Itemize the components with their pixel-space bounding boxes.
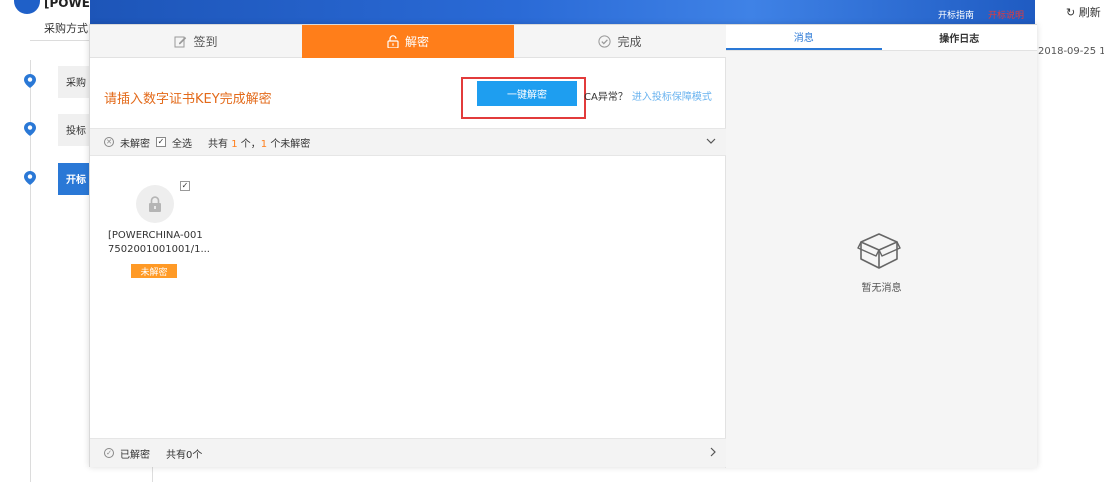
- refresh-button[interactable]: ↻ 刷新: [1066, 4, 1101, 20]
- location-pin-icon: [24, 122, 36, 136]
- message-tabs: 消息 操作日志: [726, 25, 1037, 51]
- instruction-row: 请插入数字证书KEY完成解密 一键解密 CA异常？ 进入投标保障模式: [90, 58, 726, 128]
- decrypt-dialog: 签到 解密 完成 请插入数字证书KEY完成解密 一键解密 CA异常？ 进入投标保障…: [89, 24, 1037, 468]
- ca-question: CA异常？: [584, 92, 628, 103]
- tab-label: 解密: [404, 34, 429, 49]
- ca-exception-text: CA异常？ 进入投标保障模式: [584, 88, 712, 103]
- select-all-label: 全选: [172, 138, 192, 150]
- bid-protection-mode-link[interactable]: 进入投标保障模式: [632, 92, 712, 103]
- empty-message: 暂无消息: [861, 283, 902, 294]
- summary-mid: 个，: [240, 138, 261, 150]
- card-name: [POWERCHINA-001 7502001001001/1...: [108, 229, 218, 257]
- status-badge: 未解密: [131, 264, 177, 278]
- card-checkbox[interactable]: ✓: [180, 181, 190, 191]
- unlock-icon: [387, 34, 399, 48]
- decrypted-count: 共有0个: [166, 449, 203, 461]
- decrypted-bar[interactable]: ✓ 已解密 共有0个: [90, 438, 726, 467]
- step-purchase[interactable]: 采购: [58, 66, 90, 98]
- procurement-method-label: 采购方式: [44, 22, 88, 35]
- refresh-icon: ↻: [1066, 6, 1076, 19]
- top-banner: [88, 0, 1035, 24]
- tab-sign-in[interactable]: 签到: [90, 25, 302, 58]
- summary-suffix: 个未解密: [270, 138, 311, 150]
- step-bid[interactable]: 投标: [58, 114, 90, 146]
- certificate-key-card[interactable]: ✓ [POWERCHINA-001 7502001001001/1... 未解密: [104, 175, 214, 285]
- undecrypted-label: 未解密: [120, 138, 150, 150]
- empty-box-icon: [857, 233, 901, 269]
- select-all-checkbox[interactable]: ✓: [156, 137, 166, 147]
- timestamp: 2018-09-25 19:27: [1038, 46, 1104, 57]
- decrypted-label: 已解密: [120, 449, 150, 461]
- tab-messages[interactable]: 消息: [726, 25, 882, 50]
- step-label: 开标: [66, 175, 86, 186]
- total-count: 1: [231, 138, 238, 150]
- summary-prefix: 共有: [208, 138, 228, 150]
- divider: [30, 40, 90, 41]
- check-circle-icon: ✓: [104, 448, 114, 458]
- notice-link[interactable]: 开标说明: [988, 8, 1024, 21]
- edit-icon: [174, 36, 187, 47]
- project-header: [POWE 采购方式: [0, 0, 90, 40]
- chevron-right-icon[interactable]: [710, 447, 716, 460]
- tab-operation-log[interactable]: 操作日志: [882, 25, 1038, 50]
- location-pin-icon: [24, 171, 36, 185]
- tab-label: 签到: [193, 34, 218, 49]
- card-name-line: 7502001001001/1...: [108, 244, 210, 255]
- divider: [152, 466, 153, 482]
- highlight-box: [461, 77, 586, 119]
- undecrypted-count: 1: [260, 138, 268, 150]
- step-bid-opening[interactable]: 开标: [58, 163, 90, 195]
- card-name-line: [POWERCHINA-001: [108, 230, 203, 241]
- tab-label: 完成: [617, 34, 642, 49]
- step-tabs: 签到 解密 完成: [90, 25, 726, 58]
- location-pin-icon: [24, 74, 36, 88]
- decrypt-panel: 签到 解密 完成 请插入数字证书KEY完成解密 一键解密 CA异常？ 进入投标保障…: [90, 25, 726, 468]
- insert-key-hint: 请插入数字证书KEY完成解密: [104, 92, 272, 107]
- tab-complete[interactable]: 完成: [514, 25, 726, 58]
- project-title: [POWE: [44, 0, 90, 10]
- message-panel: 消息 操作日志 暂无消息: [726, 25, 1037, 468]
- check-circle-icon: [598, 34, 612, 48]
- step-label: 采购: [66, 78, 86, 89]
- undecrypted-filter-bar[interactable]: ✕ 未解密 ✓ 全选 共有 1 个，1 个未解密: [90, 128, 726, 156]
- close-circle-icon: ✕: [104, 137, 114, 147]
- lock-icon: [136, 185, 174, 223]
- count-summary: 共有 1 个，1 个未解密: [208, 135, 310, 150]
- logo-icon: [14, 0, 40, 14]
- step-label: 投标: [66, 126, 86, 137]
- chevron-down-icon[interactable]: [706, 136, 716, 147]
- guide-link[interactable]: 开标指南: [938, 8, 974, 21]
- refresh-label: 刷新: [1078, 6, 1101, 19]
- tab-decrypt[interactable]: 解密: [302, 25, 514, 58]
